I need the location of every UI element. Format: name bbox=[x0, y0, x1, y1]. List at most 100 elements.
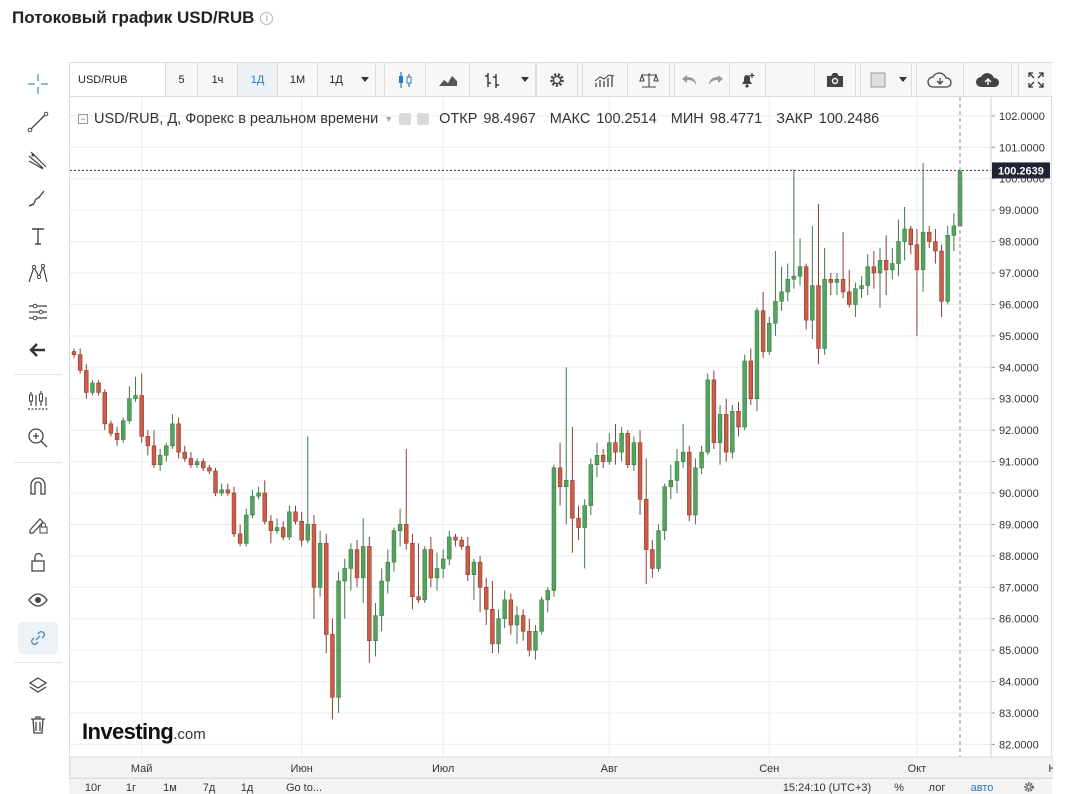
legend-eye-icon[interactable] bbox=[399, 113, 412, 125]
crosshair-icon[interactable] bbox=[18, 68, 58, 100]
candles-icon[interactable] bbox=[384, 63, 426, 96]
candle bbox=[127, 386, 132, 424]
chevron-down-icon[interactable] bbox=[354, 63, 376, 96]
candle bbox=[164, 442, 169, 462]
eye-icon[interactable] bbox=[18, 584, 58, 616]
candle bbox=[736, 401, 741, 437]
interval-1h-button[interactable]: 1ч bbox=[198, 63, 238, 96]
interval-1m-button[interactable]: 1М bbox=[278, 63, 318, 96]
candlestick-chart[interactable]: 100.26392024-11-14 102.0000 101.0000 100.0… bbox=[70, 97, 1053, 778]
gear-icon[interactable] bbox=[1019, 781, 1039, 794]
interval-1d-button[interactable]: 1Д bbox=[238, 63, 278, 96]
range-10y-button[interactable]: 10г bbox=[79, 781, 107, 794]
interval-label: 5 bbox=[178, 73, 185, 86]
pattern-icon[interactable] bbox=[18, 258, 58, 290]
candle bbox=[564, 367, 569, 525]
candle bbox=[600, 449, 606, 468]
candle bbox=[354, 540, 360, 588]
candle bbox=[650, 540, 655, 578]
candle bbox=[754, 307, 760, 412]
alert-bell-icon[interactable] bbox=[730, 63, 766, 96]
symbol-search-input[interactable]: USD/RUB bbox=[70, 63, 166, 96]
candle bbox=[244, 508, 249, 547]
cloud-upload-icon[interactable] bbox=[964, 63, 1012, 96]
candle bbox=[250, 489, 255, 519]
goto-button[interactable]: Go to... bbox=[277, 781, 331, 794]
indicator-chart-icon[interactable] bbox=[18, 384, 58, 416]
candle-body bbox=[785, 278, 790, 293]
chevron-down-icon[interactable] bbox=[514, 63, 536, 96]
percent-scale-button[interactable]: % bbox=[887, 781, 911, 794]
measure-icon[interactable] bbox=[18, 296, 58, 328]
candle-body bbox=[305, 524, 311, 541]
candle bbox=[816, 203, 821, 365]
y-tick-label: 102.0000 bbox=[999, 111, 1045, 123]
bars-icon[interactable] bbox=[470, 63, 514, 96]
info-circle-icon[interactable]: i bbox=[260, 11, 274, 25]
fullscreen-icon[interactable] bbox=[1018, 63, 1052, 96]
symbol-label: USD/RUB bbox=[78, 73, 128, 86]
candle-body bbox=[459, 539, 464, 547]
candle-body bbox=[631, 442, 637, 466]
lock-drawing-icon[interactable] bbox=[18, 508, 58, 540]
color-square-icon[interactable] bbox=[860, 63, 894, 96]
range-1d-button[interactable]: 1д bbox=[235, 781, 259, 794]
unlock-icon[interactable] bbox=[18, 546, 58, 578]
camera-icon[interactable] bbox=[814, 63, 856, 96]
y-tick-label: 94.0000 bbox=[999, 362, 1039, 374]
candle-body bbox=[367, 546, 372, 642]
undo-icon[interactable] bbox=[674, 63, 702, 96]
candle bbox=[822, 247, 827, 355]
settings-gear-icon[interactable] bbox=[536, 63, 578, 96]
candle bbox=[477, 555, 483, 613]
range-1m-button[interactable]: 1м bbox=[157, 781, 183, 794]
candle bbox=[336, 571, 341, 713]
chevron-down-icon[interactable] bbox=[894, 63, 912, 96]
candle-body bbox=[213, 470, 218, 494]
text-icon[interactable] bbox=[18, 220, 58, 252]
zoom-in-icon[interactable] bbox=[18, 422, 58, 454]
magnet-icon[interactable] bbox=[18, 470, 58, 502]
scales-icon[interactable] bbox=[628, 63, 670, 96]
candle-body bbox=[280, 527, 286, 538]
log-scale-button[interactable]: лог bbox=[925, 781, 949, 794]
auto-scale-button[interactable]: авто bbox=[965, 781, 999, 794]
fib-icon[interactable] bbox=[18, 144, 58, 176]
link-icon[interactable] bbox=[18, 622, 58, 654]
candle-body bbox=[84, 370, 89, 393]
area-chart-icon[interactable] bbox=[426, 63, 470, 96]
range-7d-button[interactable]: 7д bbox=[197, 781, 221, 794]
candle-body bbox=[422, 549, 427, 601]
interval-5-button[interactable]: 5 bbox=[166, 63, 198, 96]
candle bbox=[194, 458, 200, 468]
page-title: Потоковый график USD/RUB i bbox=[12, 8, 274, 28]
trend-line-icon[interactable] bbox=[18, 106, 58, 138]
range-1y-button[interactable]: 1г bbox=[119, 781, 143, 794]
candle-body bbox=[391, 530, 397, 563]
candle bbox=[422, 546, 427, 603]
legend-gear-icon[interactable] bbox=[417, 113, 430, 125]
candles bbox=[71, 163, 963, 720]
collapse-legend-icon[interactable]: − bbox=[78, 114, 88, 124]
cloud-download-icon[interactable] bbox=[916, 63, 964, 96]
y-tick-label: 99.0000 bbox=[999, 205, 1039, 217]
chart-panel[interactable]: 100.26392024-11-14 102.0000 101.0000 100.0… bbox=[69, 97, 1053, 794]
redo-icon[interactable] bbox=[702, 63, 730, 96]
candle bbox=[84, 364, 89, 399]
left-drawing-toolbar bbox=[12, 62, 62, 752]
candle bbox=[637, 430, 643, 515]
layers-icon[interactable] bbox=[18, 670, 58, 702]
indicators-icon[interactable] bbox=[582, 63, 628, 96]
chevron-down-icon[interactable]: ▼ bbox=[384, 114, 393, 124]
candle bbox=[785, 263, 790, 302]
candle-body bbox=[859, 285, 864, 290]
candle bbox=[324, 533, 329, 654]
interval-dropdown-button[interactable]: 1Д bbox=[318, 63, 354, 96]
candle-body bbox=[570, 480, 575, 519]
candle-body bbox=[607, 442, 612, 462]
brush-icon[interactable] bbox=[18, 182, 58, 214]
trash-icon[interactable] bbox=[18, 708, 58, 740]
back-arrow-icon[interactable] bbox=[18, 334, 58, 366]
candle-body bbox=[520, 615, 526, 632]
toolbar-divider bbox=[14, 462, 62, 463]
